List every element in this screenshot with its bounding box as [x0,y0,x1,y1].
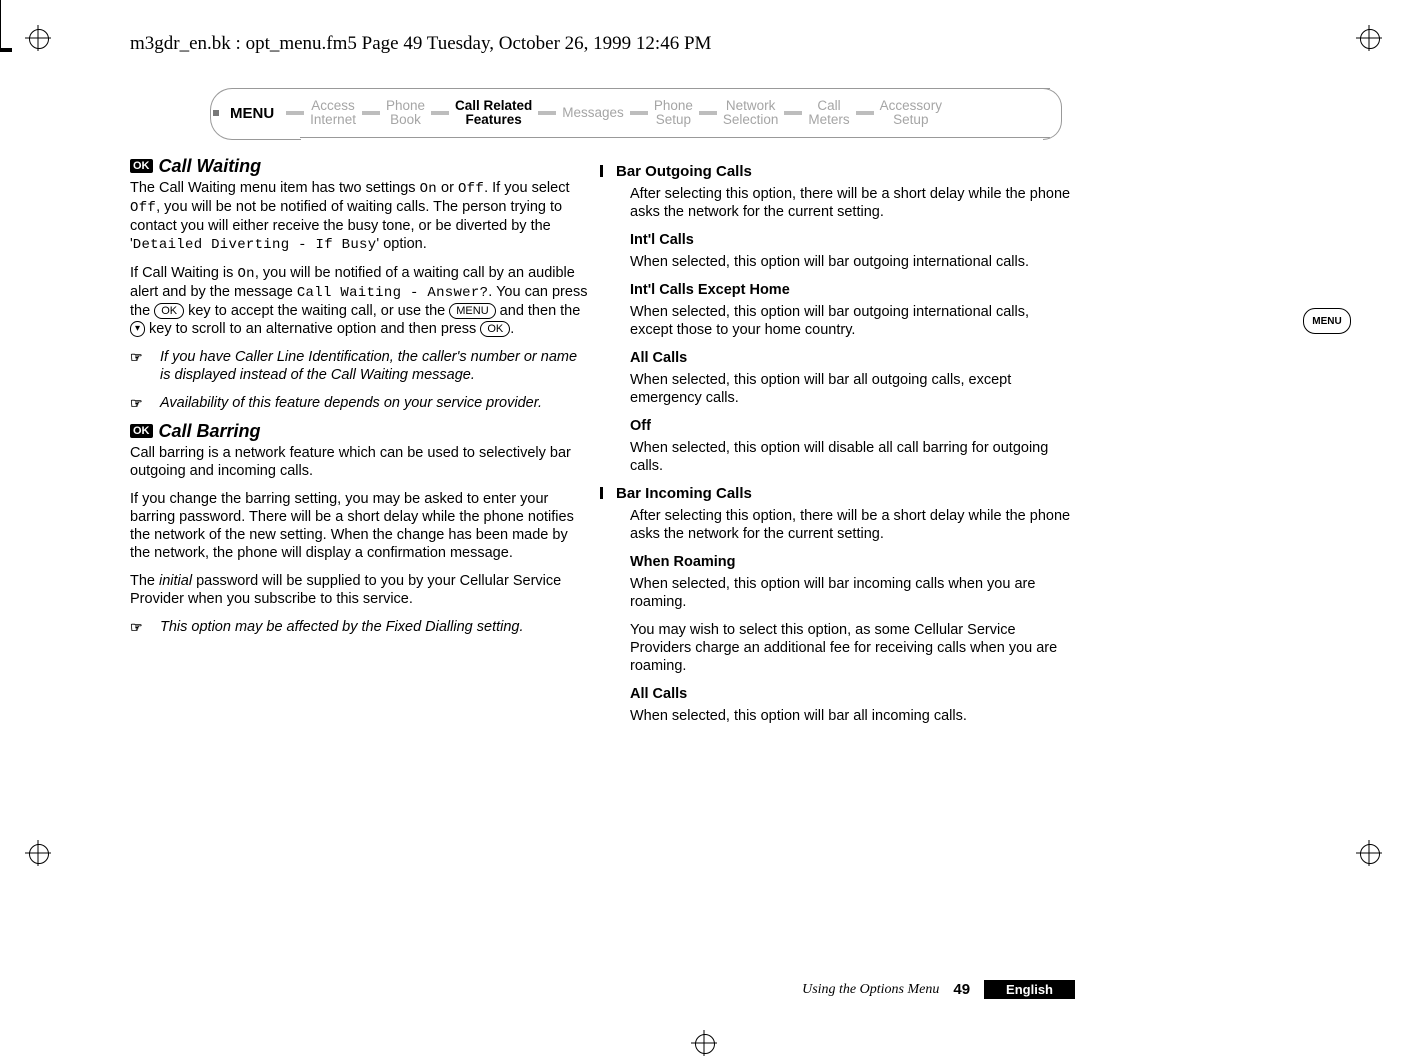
pointer-icon: ☞ [130,348,143,366]
bullet-icon [213,110,219,116]
breadcrumb-sep-icon [699,111,717,115]
sub-heading: Off [630,417,1074,435]
sub-heading: All Calls [630,685,1074,703]
section-title: Call Barring [159,422,261,440]
body-text: You may wish to select this option, as s… [630,621,1074,675]
body-text: The Call Waiting menu item has two setti… [130,179,588,254]
breadcrumb-item-current: Call RelatedFeatures [455,99,532,127]
right-column: Bar Outgoing Calls After selecting this … [616,155,1074,735]
menu-key-icon: MENU [449,303,495,319]
breadcrumb-sep-icon [362,111,380,115]
register-mark-icon [1356,25,1382,51]
breadcrumb-sep-icon [630,111,648,115]
body-text: When selected, this option will bar inco… [630,575,1074,611]
register-mark-icon [25,840,51,866]
ok-badge-icon: OK [130,159,153,173]
body-text: If you change the barring setting, you m… [130,490,588,562]
breadcrumb-item: Messages [562,106,624,120]
breadcrumb-item: AccessorySetup [880,99,942,127]
breadcrumb-item: CallMeters [808,99,849,127]
ok-key-icon: OK [480,321,510,337]
body-text: Call barring is a network feature which … [130,444,588,480]
crop-mark-icon [0,0,1,12]
section-heading-call-waiting: OK Call Waiting [130,157,588,175]
body-text: The initial password will be supplied to… [130,572,588,608]
pointer-icon: ☞ [130,618,143,636]
body-text: When selected, this option will bar outg… [630,253,1074,271]
breadcrumb-item: PhoneBook [386,99,425,127]
crop-mark-icon [0,12,1,24]
page: m3gdr_en.bk : opt_menu.fm5 Page 49 Tuesd… [0,0,1407,1062]
breadcrumb-sep-icon [784,111,802,115]
body-text: After selecting this option, there will … [616,507,1074,543]
body-text: After selecting this option, there will … [616,185,1074,221]
breadcrumb-sep-icon [286,111,304,115]
body-text: When selected, this option will bar all … [630,371,1074,407]
sub-heading: All Calls [630,349,1074,367]
page-footer: Using the Options Menu 49 English [130,980,1075,999]
breadcrumb-item: PhoneSetup [654,99,693,127]
down-key-icon: ▾ [130,321,145,337]
body-text: When selected, this option will bar all … [630,707,1074,725]
breadcrumb-sep-icon [431,111,449,115]
ok-key-icon: OK [154,303,184,319]
note-text: ☞ This option may be affected by the Fix… [130,618,588,636]
pointer-icon: ☞ [130,394,143,412]
breadcrumb-item: AccessInternet [310,99,356,127]
section-heading-call-barring: OK Call Barring [130,422,588,440]
sub-heading: Int'l Calls [630,231,1074,249]
footer-language-badge: English [984,980,1075,999]
breadcrumb-sep-icon [538,111,556,115]
body-text: When selected, this option will bar outg… [630,303,1074,339]
group-heading-bar-outgoing: Bar Outgoing Calls [616,163,1074,181]
crop-mark-icon [0,36,1,48]
ok-badge-icon: OK [130,424,153,438]
sub-heading: Int'l Calls Except Home [630,281,1074,299]
breadcrumb-sep-icon [856,111,874,115]
breadcrumb-item: NetworkSelection [723,99,779,127]
side-tab-menu-icon: MENU [1303,308,1351,334]
register-mark-icon [25,25,51,51]
breadcrumb-root: MENU [230,105,274,122]
note-text: ☞ Availability of this feature depends o… [130,394,588,412]
body-text: When selected, this option will disable … [630,439,1074,475]
edge-tick-icon [600,487,603,499]
body-text: If Call Waiting is On, you will be notif… [130,264,588,338]
register-mark-icon [1356,840,1382,866]
group-heading-bar-incoming: Bar Incoming Calls [616,485,1074,503]
note-text: ☞ If you have Caller Line Identification… [130,348,588,384]
menu-breadcrumb: MENU AccessInternet PhoneBook Call Relat… [210,88,1050,138]
sub-heading: When Roaming [630,553,1074,571]
crop-mark-icon [0,51,12,52]
crop-mark-icon [0,24,1,36]
print-header: m3gdr_en.bk : opt_menu.fm5 Page 49 Tuesd… [130,33,711,55]
register-mark-icon [691,1030,717,1056]
footer-page-number: 49 [953,981,970,998]
left-column: OK Call Waiting The Call Waiting menu it… [130,155,588,735]
edge-tick-icon [600,165,603,177]
footer-section-label: Using the Options Menu [802,982,939,998]
section-title: Call Waiting [159,157,262,175]
